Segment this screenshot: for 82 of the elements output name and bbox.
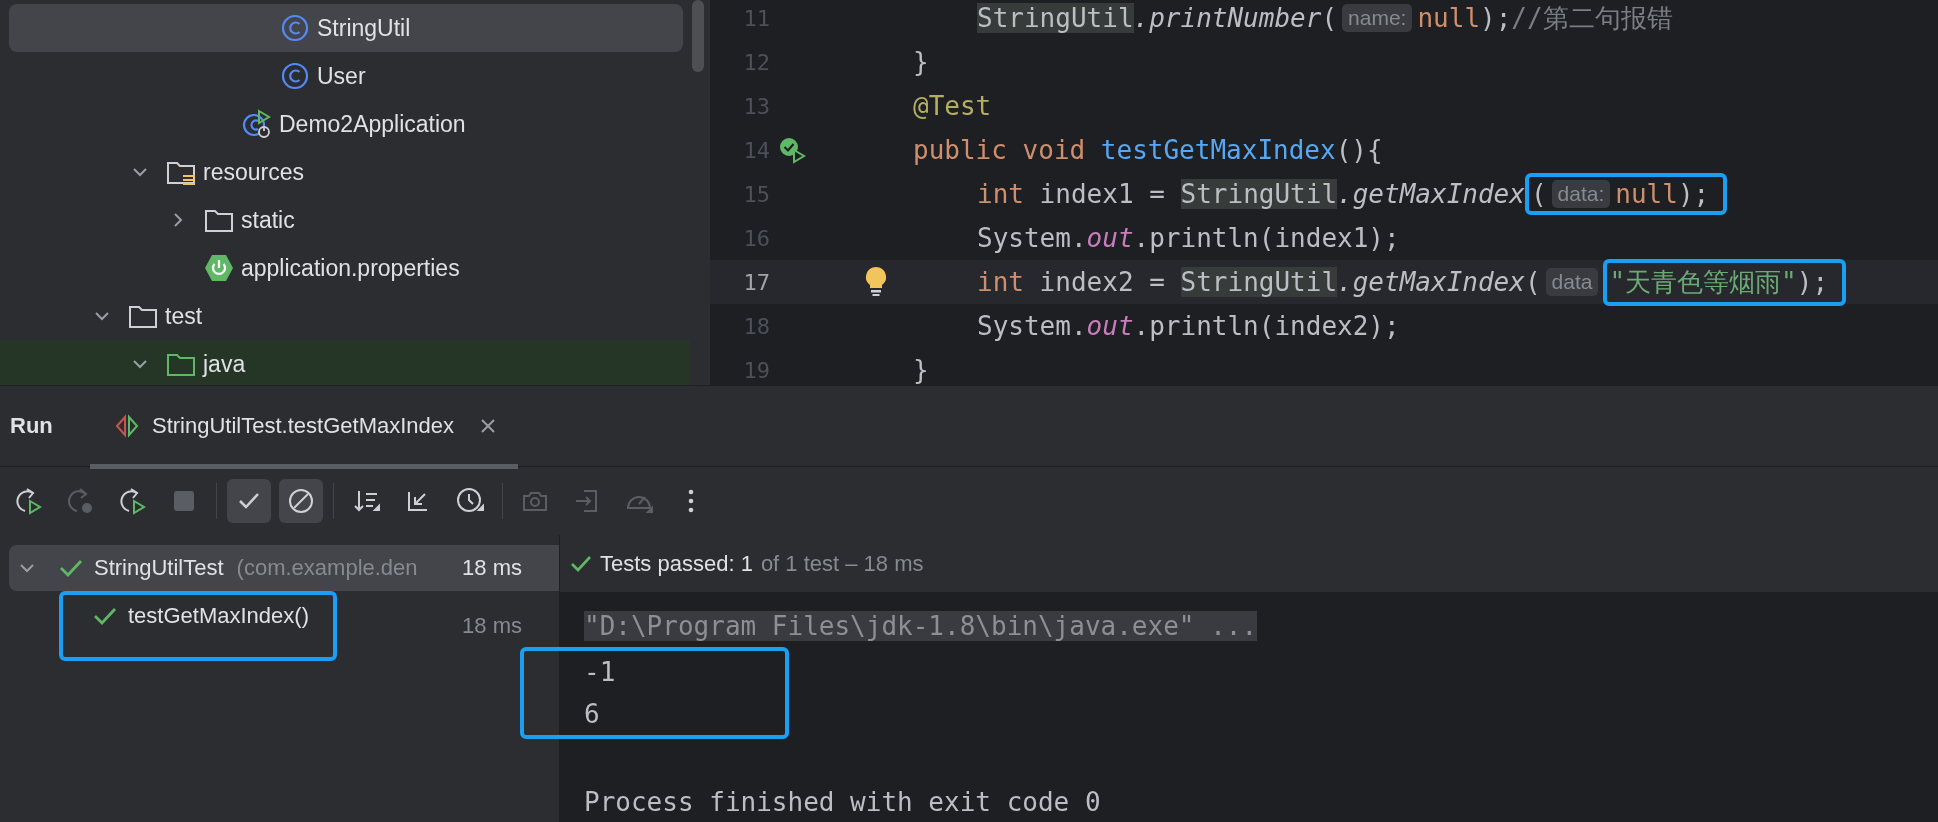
tree-item-label: resources xyxy=(203,158,304,186)
test-item[interactable]: testGetMaxIndex() 18 ms xyxy=(9,591,559,661)
code-token: out xyxy=(1086,311,1134,341)
code-token: null xyxy=(1417,3,1481,33)
code-token: index1 = xyxy=(1038,179,1166,209)
code-token: StringUtil xyxy=(1180,179,1338,209)
code-token: .getMaxIndex xyxy=(1337,267,1525,297)
package-name: (com.example.den xyxy=(236,555,418,581)
code-token: } xyxy=(913,47,929,77)
tree-item[interactable]: static xyxy=(9,196,683,244)
code-token: public xyxy=(913,135,1007,165)
code-token: ); xyxy=(1796,267,1829,297)
code-token: ); xyxy=(1677,179,1710,209)
class-run-icon xyxy=(242,109,272,139)
parameter-hint: name: xyxy=(1342,4,1413,32)
code-token: System. xyxy=(977,223,1087,253)
code-token: .println(index1); xyxy=(1133,223,1400,253)
tree-item[interactable]: User xyxy=(9,52,683,100)
code-token: } xyxy=(913,355,929,385)
test-run-icon xyxy=(114,414,140,438)
code-token: testGetMaxIndex xyxy=(1099,135,1336,165)
tree-item[interactable]: StringUtil xyxy=(9,4,683,52)
test-summary-detail: of 1 test – 18 ms xyxy=(760,550,924,577)
test-summary: Tests passed: 1 xyxy=(600,550,753,577)
console-line: -1 xyxy=(584,657,616,687)
code-token: ( xyxy=(1524,267,1541,297)
tree-item-label: StringUtil xyxy=(317,14,411,42)
tree-item[interactable]: resources xyxy=(9,148,683,196)
code-token: StringUtil xyxy=(1180,267,1338,297)
tree-item-label: static xyxy=(241,206,295,234)
code-token: System. xyxy=(977,311,1087,341)
code-token: .printNumber xyxy=(1133,3,1322,33)
code-token: @Test xyxy=(913,91,992,121)
power-hexagon-icon xyxy=(204,253,234,283)
code-token: .getMaxIndex xyxy=(1337,179,1525,209)
rerun-icon xyxy=(13,486,43,516)
parameter-hint: data xyxy=(1545,268,1599,296)
code-token: ( xyxy=(1530,179,1547,209)
code-token: (){ xyxy=(1335,135,1383,165)
code-token: index2 = xyxy=(1038,267,1166,297)
tree-item[interactable]: Demo2Application xyxy=(9,100,683,148)
code-token: "天青色等烟雨" xyxy=(1609,265,1797,299)
scrollbar-thumb[interactable] xyxy=(692,0,704,72)
code-token: out xyxy=(1086,223,1134,253)
tree-item-label: java xyxy=(203,350,246,378)
show-passed-button[interactable] xyxy=(227,479,271,523)
tree-item-label: Demo2Application xyxy=(279,110,466,138)
test-name: StringUtilTest xyxy=(94,555,224,581)
tree-item[interactable]: java xyxy=(0,340,690,385)
tree-item-label: application.properties xyxy=(241,254,460,282)
code-token: ); xyxy=(1480,3,1512,33)
test-item[interactable]: StringUtilTest (com.example.den 18 ms xyxy=(9,545,559,591)
panel-title: Run xyxy=(9,413,54,439)
class-icon xyxy=(280,14,310,42)
code-token: ( xyxy=(1321,3,1338,33)
code-token: null xyxy=(1615,179,1678,209)
rerun-auto-icon xyxy=(117,486,147,516)
code-token: int xyxy=(977,267,1024,297)
prohibited-icon xyxy=(286,486,316,516)
console-line: 6 xyxy=(584,699,600,729)
tree-item-label: User xyxy=(317,62,366,90)
tree-item-label: test xyxy=(165,302,203,330)
code-token: StringUtil xyxy=(977,3,1134,33)
parameter-hint: data: xyxy=(1551,180,1611,208)
code-token: .println(index2); xyxy=(1133,311,1400,341)
tree-item[interactable]: test xyxy=(9,292,683,340)
run-tab[interactable]: StringUtilTest.testGetMaxIndex xyxy=(90,388,518,469)
rerun-failed-icon xyxy=(65,486,95,516)
class-icon xyxy=(280,62,310,90)
code-token: void xyxy=(1021,135,1086,165)
test-name: testGetMaxIndex() xyxy=(128,603,309,629)
test-duration: 18 ms xyxy=(461,555,522,581)
code-token: int xyxy=(977,179,1024,209)
line-number: 17 xyxy=(742,269,770,295)
test-duration: 18 ms xyxy=(461,613,522,639)
lightbulb-icon[interactable] xyxy=(865,266,887,296)
show-ignored-button[interactable] xyxy=(279,479,323,523)
console-line: Process finished with exit code 0 xyxy=(584,787,1101,817)
code-token: //第二句报错 xyxy=(1511,1,1673,35)
code-editor[interactable] xyxy=(710,0,1938,385)
run-passed-icon[interactable] xyxy=(778,136,806,164)
tree-item[interactable]: application.properties xyxy=(9,244,683,292)
